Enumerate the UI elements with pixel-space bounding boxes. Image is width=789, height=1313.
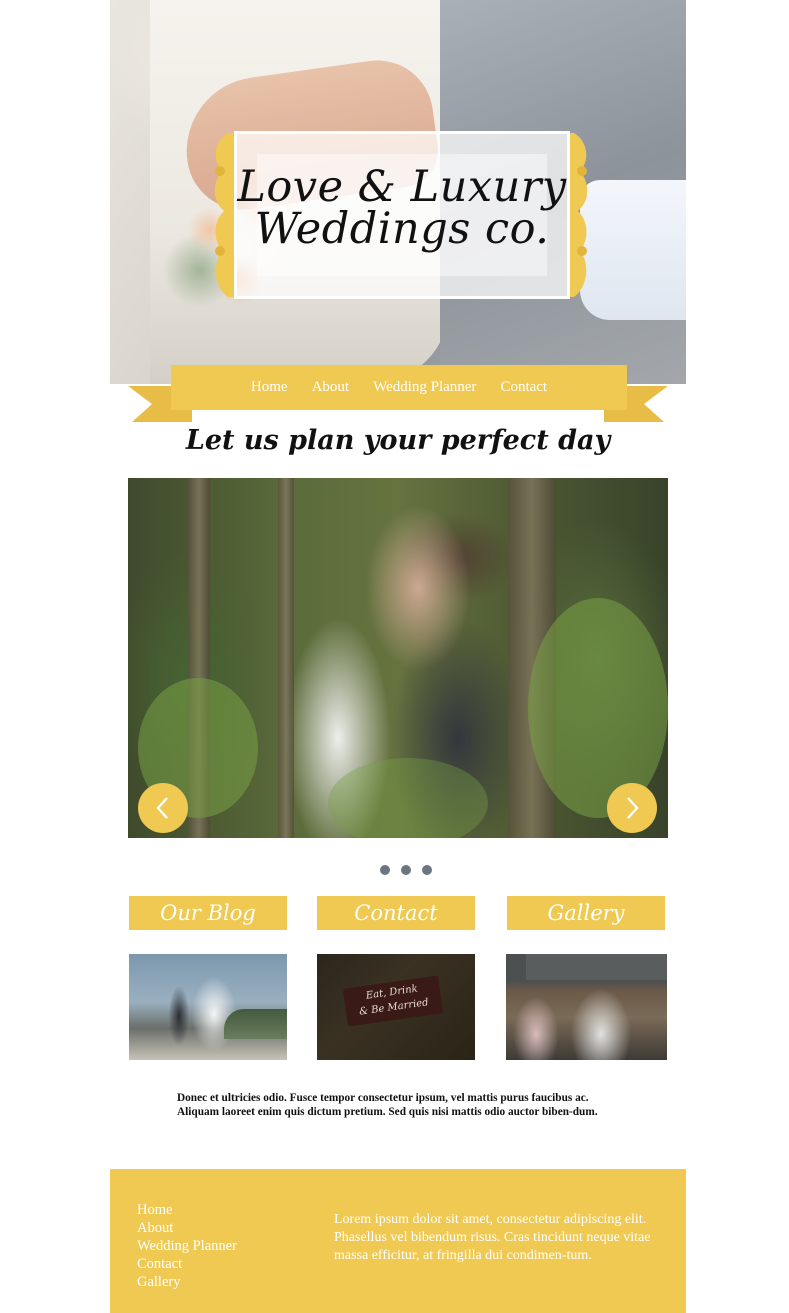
footer-text: Lorem ipsum dolor sit amet, consectetur …	[334, 1212, 651, 1263]
slider-prev-button[interactable]	[138, 783, 188, 833]
nav-about[interactable]: About	[312, 379, 350, 396]
main-nav: Home About Wedding Planner Contact	[171, 365, 627, 410]
nav-contact[interactable]: Contact	[500, 379, 547, 396]
footer-link-contact[interactable]: Contact	[137, 1255, 237, 1273]
slider-pagination	[380, 865, 432, 875]
card-title-blog[interactable]: Our Blog	[129, 896, 287, 930]
nav-home[interactable]: Home	[251, 379, 288, 396]
card-title-gallery[interactable]: Gallery	[507, 896, 665, 930]
footer-link-wedding-planner[interactable]: Wedding Planner	[137, 1237, 237, 1255]
scroll-ornament-right	[568, 131, 594, 299]
footer-link-home[interactable]: Home	[137, 1201, 237, 1219]
page: Love & Luxury Weddings co. Home About We…	[110, 0, 686, 1313]
logo[interactable]: Love & Luxury Weddings co.	[234, 131, 570, 299]
nav-wedding-planner[interactable]: Wedding Planner	[373, 379, 476, 396]
footer-nav: Home About Wedding Planner Contact Galle…	[137, 1201, 237, 1291]
slider-dot-3[interactable]	[422, 865, 432, 875]
tagline: Let us plan your perfect day	[185, 425, 611, 456]
chalk-sign: Eat, Drink & Be Married	[342, 975, 444, 1027]
hero-image: Love & Luxury Weddings co.	[110, 0, 686, 384]
card-title-contact[interactable]: Contact	[317, 896, 475, 930]
slider-dot-2[interactable]	[401, 865, 411, 875]
footer-link-gallery[interactable]: Gallery	[137, 1273, 237, 1291]
scroll-ornament-left	[208, 131, 234, 299]
chevron-right-icon	[627, 797, 639, 819]
contact-image[interactable]: Eat, Drink & Be Married	[317, 954, 475, 1060]
gallery-image[interactable]	[506, 954, 667, 1060]
logo-line-2: Weddings co.	[254, 204, 550, 254]
image-slider	[128, 478, 668, 838]
intro-text: Donec et ultricies odio. Fusce tempor co…	[177, 1092, 598, 1118]
logo-line-1: Love & Luxury	[237, 162, 567, 212]
slider-next-button[interactable]	[607, 783, 657, 833]
slider-dot-1[interactable]	[380, 865, 390, 875]
footer-link-about[interactable]: About	[137, 1219, 237, 1237]
footer: Home About Wedding Planner Contact Galle…	[110, 1169, 686, 1313]
chevron-left-icon	[156, 797, 168, 819]
blog-image[interactable]	[129, 954, 287, 1060]
